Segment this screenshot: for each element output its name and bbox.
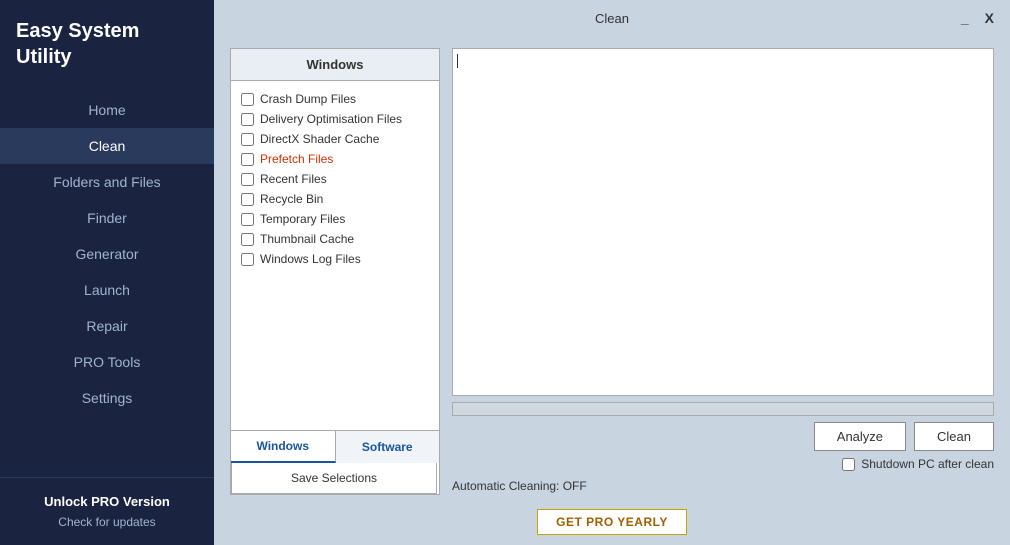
sidebar-item-repair[interactable]: Repair bbox=[0, 308, 214, 344]
checklist-checkbox[interactable] bbox=[241, 173, 254, 186]
sidebar-item-generator[interactable]: Generator bbox=[0, 236, 214, 272]
get-pro-button[interactable]: GET PRO YEARLY bbox=[537, 509, 687, 535]
checklist-checkbox[interactable] bbox=[241, 133, 254, 146]
checklist-items: Crash Dump Files Delivery Optimisation Fi… bbox=[231, 81, 439, 430]
window-header: Clean _ X bbox=[214, 0, 1010, 36]
list-item[interactable]: Recycle Bin bbox=[241, 189, 429, 209]
action-row: Analyze Clean bbox=[452, 422, 994, 451]
progress-bar-container bbox=[452, 402, 994, 416]
checklist-checkbox[interactable] bbox=[241, 153, 254, 166]
checklist-item-label: DirectX Shader Cache bbox=[260, 132, 379, 146]
checklist-item-label: Crash Dump Files bbox=[260, 92, 356, 106]
unlock-pro-label[interactable]: Unlock PRO Version bbox=[16, 494, 198, 509]
log-panel: Analyze Clean Shutdown PC after clean Au… bbox=[452, 48, 994, 495]
minimize-button[interactable]: _ bbox=[957, 10, 973, 26]
tab-software[interactable]: Software bbox=[336, 431, 440, 463]
list-item[interactable]: Crash Dump Files bbox=[241, 89, 429, 109]
analyze-button[interactable]: Analyze bbox=[814, 422, 906, 451]
sidebar-item-finder[interactable]: Finder bbox=[0, 200, 214, 236]
checklist-checkbox[interactable] bbox=[241, 113, 254, 126]
sidebar-item-folders-and-files[interactable]: Folders and Files bbox=[0, 164, 214, 200]
checklist-panel: Windows Crash Dump Files Delivery Optimis… bbox=[230, 48, 440, 495]
sidebar-item-settings[interactable]: Settings bbox=[0, 380, 214, 416]
content-body: Windows Crash Dump Files Delivery Optimis… bbox=[214, 36, 1010, 503]
list-item[interactable]: Windows Log Files bbox=[241, 249, 429, 269]
sidebar-footer: Unlock PRO Version Check for updates bbox=[0, 477, 214, 545]
sidebar-item-launch[interactable]: Launch bbox=[0, 272, 214, 308]
checklist-tabs: WindowsSoftware bbox=[231, 430, 439, 463]
save-selections-button[interactable]: Save Selections bbox=[231, 463, 437, 494]
list-item[interactable]: DirectX Shader Cache bbox=[241, 129, 429, 149]
auto-clean-text: Automatic Cleaning: OFF bbox=[452, 477, 994, 495]
checklist-checkbox[interactable] bbox=[241, 233, 254, 246]
checklist-item-label: Recent Files bbox=[260, 172, 327, 186]
shutdown-row: Shutdown PC after clean bbox=[452, 457, 994, 471]
tab-windows[interactable]: Windows bbox=[231, 431, 336, 463]
sidebar-item-clean[interactable]: Clean bbox=[0, 128, 214, 164]
sidebar: Easy System Utility HomeCleanFolders and… bbox=[0, 0, 214, 545]
bottom-bar: GET PRO YEARLY bbox=[214, 503, 1010, 545]
list-item[interactable]: Recent Files bbox=[241, 169, 429, 189]
checklist-checkbox[interactable] bbox=[241, 213, 254, 226]
close-button[interactable]: X bbox=[981, 10, 998, 26]
list-item[interactable]: Thumbnail Cache bbox=[241, 229, 429, 249]
checklist-item-label: Recycle Bin bbox=[260, 192, 323, 206]
checklist-item-label: Prefetch Files bbox=[260, 152, 333, 166]
sidebar-nav: HomeCleanFolders and FilesFinderGenerato… bbox=[0, 92, 214, 477]
main-content: Clean _ X Windows Crash Dump Files Delive… bbox=[214, 0, 1010, 545]
checklist-checkbox[interactable] bbox=[241, 93, 254, 106]
checklist-header: Windows bbox=[231, 49, 439, 81]
list-item[interactable]: Temporary Files bbox=[241, 209, 429, 229]
checklist-item-label: Delivery Optimisation Files bbox=[260, 112, 402, 126]
log-output bbox=[452, 48, 994, 396]
sidebar-item-home[interactable]: Home bbox=[0, 92, 214, 128]
clean-button[interactable]: Clean bbox=[914, 422, 994, 451]
log-cursor bbox=[457, 54, 458, 68]
app-title: Easy System Utility bbox=[0, 0, 214, 92]
sidebar-item-pro-tools[interactable]: PRO Tools bbox=[0, 344, 214, 380]
list-item[interactable]: Delivery Optimisation Files bbox=[241, 109, 429, 129]
checklist-checkbox[interactable] bbox=[241, 253, 254, 266]
checklist-item-label: Thumbnail Cache bbox=[260, 232, 354, 246]
shutdown-checkbox[interactable] bbox=[842, 458, 855, 471]
checklist-checkbox[interactable] bbox=[241, 193, 254, 206]
window-controls: _ X bbox=[957, 10, 998, 26]
check-updates-link[interactable]: Check for updates bbox=[16, 515, 198, 529]
checklist-item-label: Temporary Files bbox=[260, 212, 345, 226]
list-item[interactable]: Prefetch Files bbox=[241, 149, 429, 169]
window-title: Clean bbox=[595, 11, 629, 26]
shutdown-label: Shutdown PC after clean bbox=[861, 457, 994, 471]
checklist-item-label: Windows Log Files bbox=[260, 252, 361, 266]
